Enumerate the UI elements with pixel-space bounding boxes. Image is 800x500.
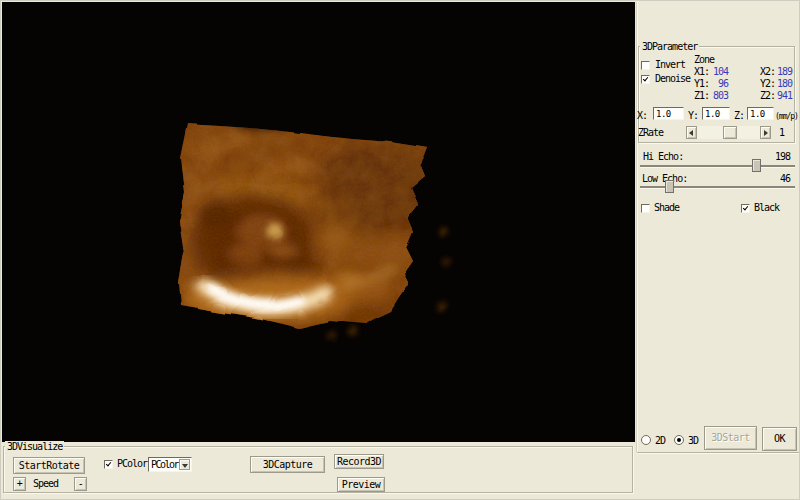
right-panel-separator xyxy=(637,452,799,454)
scale-y-input[interactable] xyxy=(702,107,730,120)
pcolor-checkbox[interactable] xyxy=(104,460,113,469)
pcolor-label: PColor xyxy=(117,459,147,469)
scale-x-input[interactable] xyxy=(653,107,684,120)
check-icon xyxy=(743,205,749,211)
black-checkbox[interactable] xyxy=(741,204,750,213)
zone-y2-label: Y2: xyxy=(760,79,775,89)
shade-label: Shade xyxy=(654,203,679,213)
denoise-label: Denoise xyxy=(655,74,690,84)
pcolor-combobox[interactable]: PColor xyxy=(148,457,192,472)
preview-button[interactable]: Preview xyxy=(337,477,385,492)
zrate-right-arrow-button[interactable] xyxy=(760,126,771,139)
parameter-group-title: 3DParameter xyxy=(640,41,699,52)
arrow-right-icon xyxy=(764,130,768,136)
mode-3d-label: 3D xyxy=(688,436,698,446)
hi-echo-slider[interactable] xyxy=(640,165,795,167)
zrate-label: ZRate xyxy=(638,128,663,138)
ultrasound-image xyxy=(2,2,635,442)
zone-z2-label: Z2: xyxy=(760,91,775,101)
scale-unit-label: (mm/p) xyxy=(775,112,798,122)
zone-x1-value: 104 xyxy=(700,67,728,77)
scale-z-input[interactable] xyxy=(747,107,774,120)
zone-x2-value: 189 xyxy=(777,67,791,77)
capture3d-button[interactable]: 3DCapture xyxy=(250,456,325,473)
zrate-left-arrow-button[interactable] xyxy=(686,126,697,139)
check-icon xyxy=(106,461,112,467)
start-rotate-button[interactable]: StartRotate xyxy=(13,457,85,474)
start3d-button[interactable]: 3DStart xyxy=(704,426,757,450)
hi-echo-label: Hi Echo: xyxy=(643,152,683,162)
pcolor-combo-value: PColor xyxy=(151,460,178,470)
zone-y1-value: 96 xyxy=(700,79,728,89)
black-label: Black xyxy=(754,203,779,213)
arrow-left-icon xyxy=(689,130,693,136)
scale-y-label: Y: xyxy=(688,111,698,121)
zone-z2-value: 941 xyxy=(777,91,791,101)
record3d-button[interactable]: Record3D xyxy=(334,454,384,469)
pcolor-combo-button[interactable] xyxy=(179,459,190,470)
shade-checkbox[interactable] xyxy=(641,204,650,213)
zrate-scrollbar[interactable] xyxy=(686,126,771,139)
scale-z-label: Z: xyxy=(734,111,744,121)
zone-y2-value: 180 xyxy=(777,79,791,89)
chevron-down-icon xyxy=(182,464,188,468)
visualize-group-title: 3DVisualize xyxy=(5,441,64,452)
hi-echo-thumb[interactable] xyxy=(752,159,761,172)
low-echo-slider[interactable] xyxy=(640,186,795,188)
low-echo-value: 46 xyxy=(760,174,790,184)
low-echo-thumb[interactable] xyxy=(665,180,674,193)
check-icon xyxy=(643,76,649,82)
hi-echo-value: 198 xyxy=(760,152,790,162)
ok-button[interactable]: OK xyxy=(762,427,797,451)
zrate-thumb[interactable] xyxy=(723,126,737,139)
mode-3d-radio[interactable] xyxy=(674,435,684,445)
denoise-checkbox[interactable] xyxy=(641,75,650,84)
render-viewport[interactable] xyxy=(2,2,635,442)
speed-minus-button[interactable]: - xyxy=(74,477,87,491)
zone-title: Zone xyxy=(694,55,714,65)
mode-2d-radio[interactable] xyxy=(641,435,651,445)
mode-2d-label: 2D xyxy=(655,436,665,446)
speed-plus-button[interactable]: + xyxy=(13,477,26,491)
zrate-value: 1 xyxy=(779,128,784,138)
scale-x-label: X: xyxy=(637,111,647,121)
invert-checkbox[interactable] xyxy=(641,61,650,70)
invert-label: Invert xyxy=(655,60,685,70)
speed-label: Speed xyxy=(33,479,58,489)
zone-z1-value: 803 xyxy=(700,91,728,101)
radio-dot-icon xyxy=(677,438,681,442)
zone-x2-label: X2: xyxy=(760,67,775,77)
